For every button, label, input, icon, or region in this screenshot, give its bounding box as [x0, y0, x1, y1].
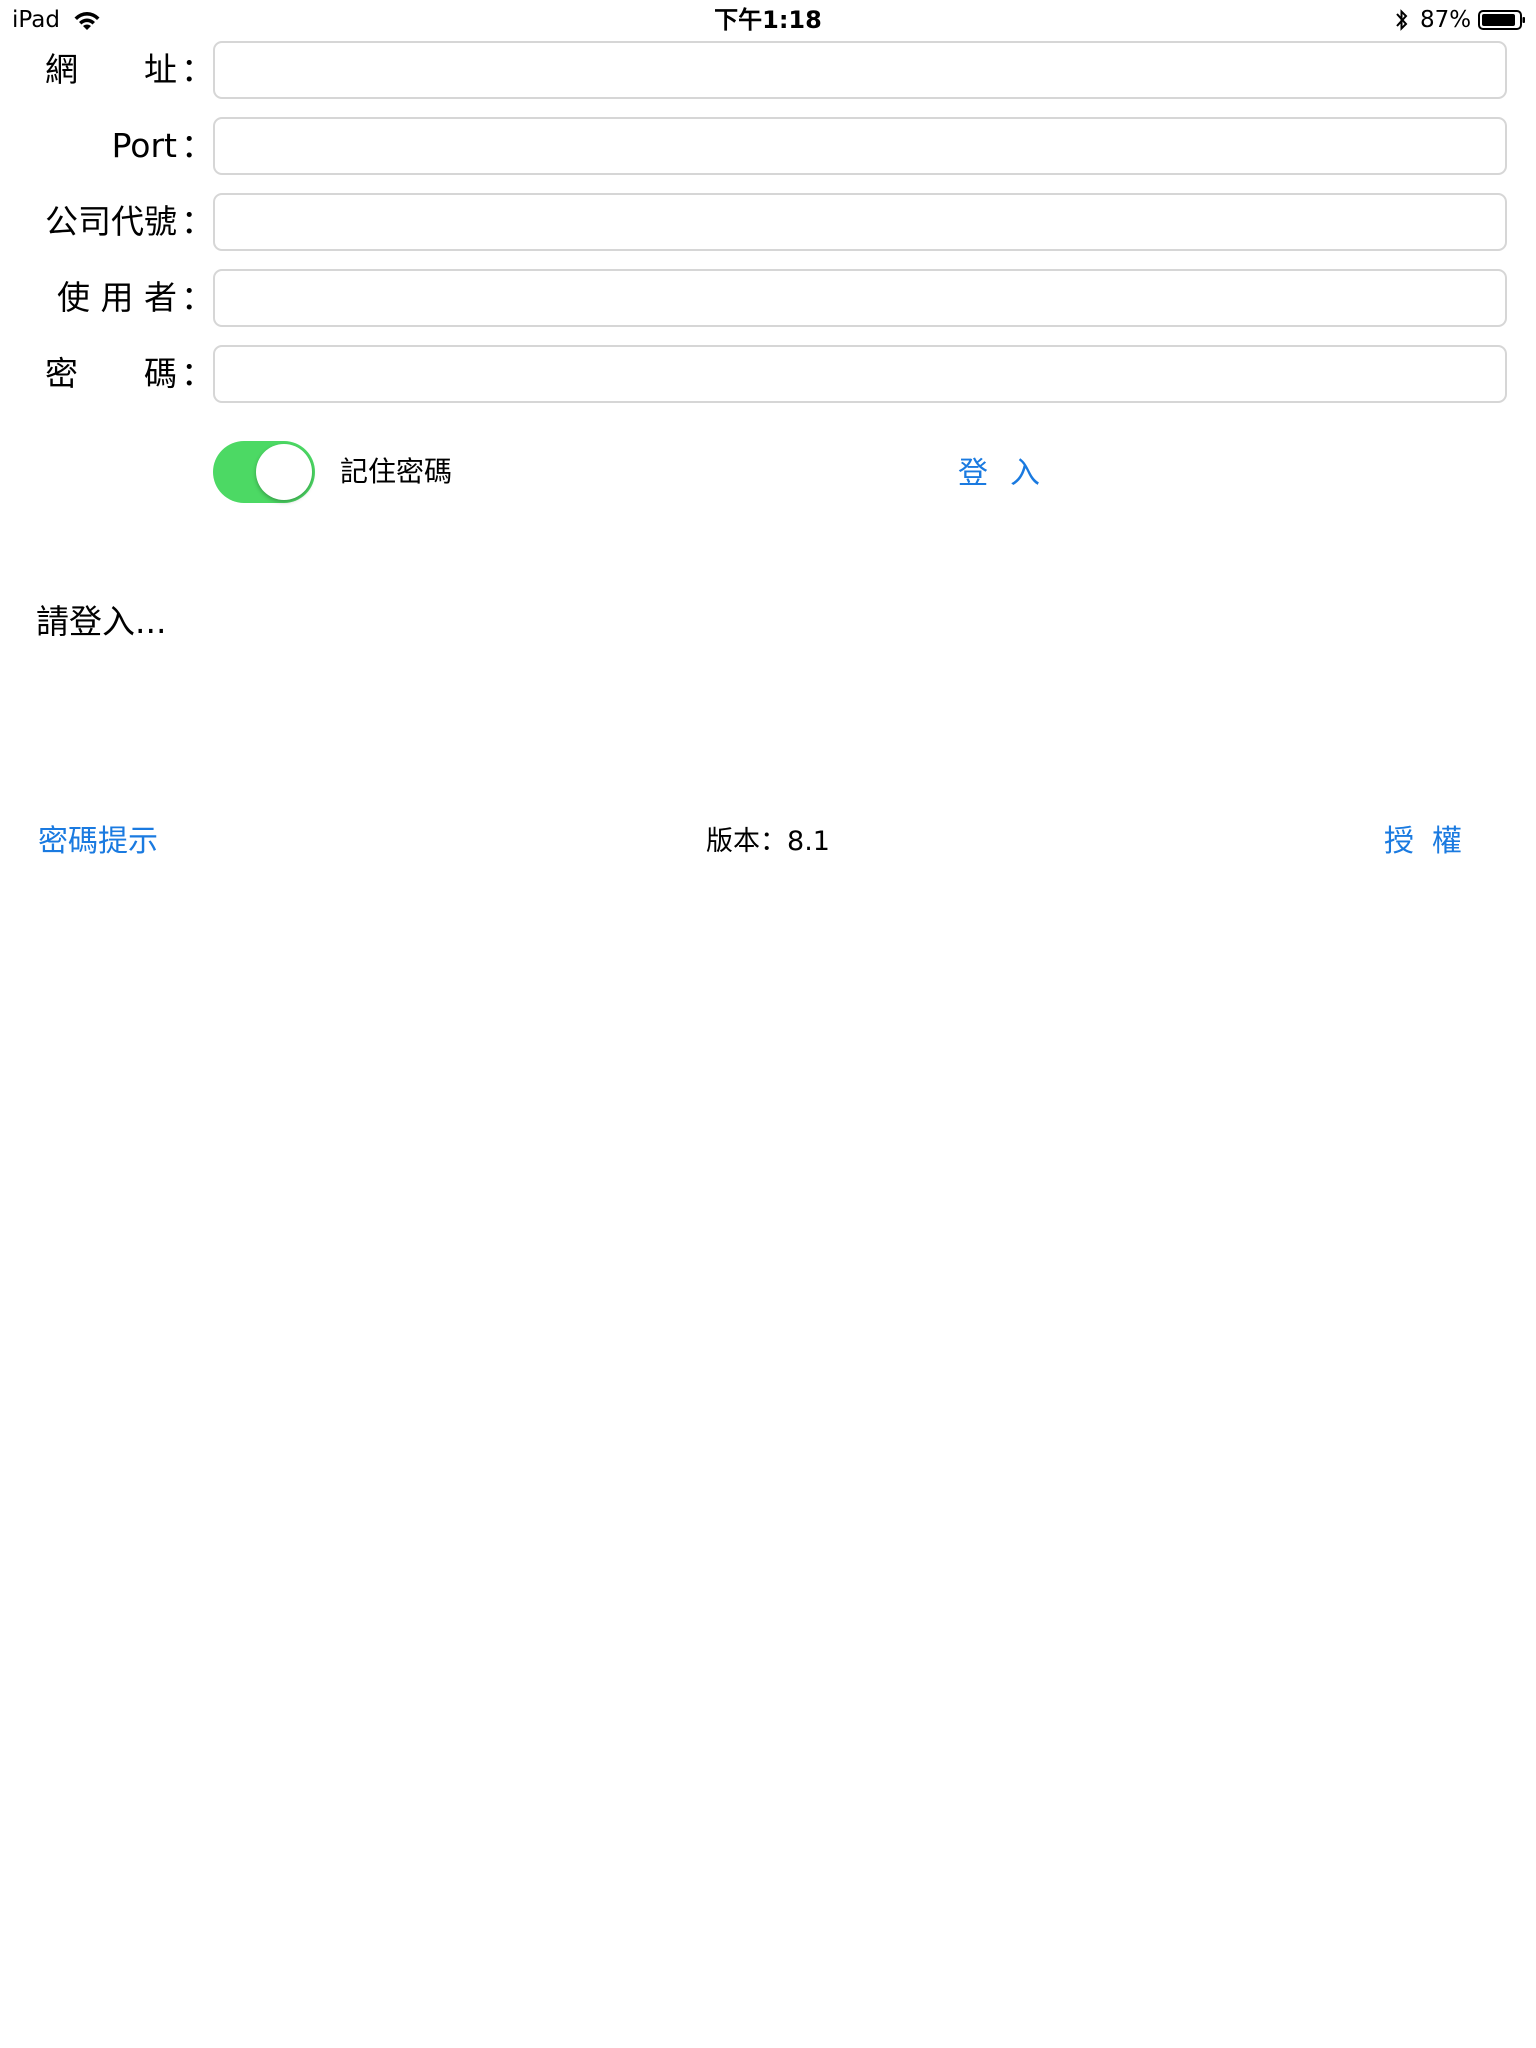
battery-icon — [1478, 10, 1525, 30]
url-field[interactable] — [213, 41, 1507, 99]
username-label-text: 使 用 者 — [57, 278, 177, 317]
toggle-knob — [256, 444, 312, 500]
url-label-text: 網 址 — [45, 50, 177, 89]
password-label-colon: ： — [181, 354, 214, 393]
status-message: 請登入... — [36, 602, 167, 641]
port-label: Port ： — [30, 116, 214, 176]
password-field[interactable] — [213, 345, 1507, 403]
port-field[interactable] — [213, 117, 1507, 175]
username-label: 使 用 者 ： — [30, 268, 214, 328]
remember-password-toggle[interactable] — [213, 441, 315, 503]
version-text: 版本：8.1 — [706, 826, 830, 857]
login-button[interactable]: 登入 — [958, 452, 1062, 496]
url-label-colon: ： — [181, 50, 214, 89]
port-label-colon: ： — [181, 126, 214, 165]
company-code-label-colon: ： — [181, 202, 214, 241]
password-label-text: 密 碼 — [45, 354, 177, 393]
username-field[interactable] — [213, 269, 1507, 327]
status-time: 下午1:18 — [714, 6, 822, 34]
status-bar: iPad 下午1:18 87% — [0, 0, 1536, 40]
remember-password-label: 記住密碼 — [340, 455, 453, 488]
company-code-label: 公司代號 ： — [30, 192, 214, 252]
password-label: 密 碼 ： — [30, 344, 214, 404]
license-link[interactable]: 授權 — [1384, 820, 1480, 864]
url-label: 網 址 ： — [30, 40, 214, 100]
username-label-colon: ： — [181, 278, 214, 317]
company-code-label-text: 公司代號 — [45, 202, 177, 241]
port-label-text: Port — [111, 126, 177, 165]
company-code-field[interactable] — [213, 193, 1507, 251]
battery-percent: 87% — [1420, 7, 1472, 33]
bluetooth-icon — [1396, 9, 1408, 31]
